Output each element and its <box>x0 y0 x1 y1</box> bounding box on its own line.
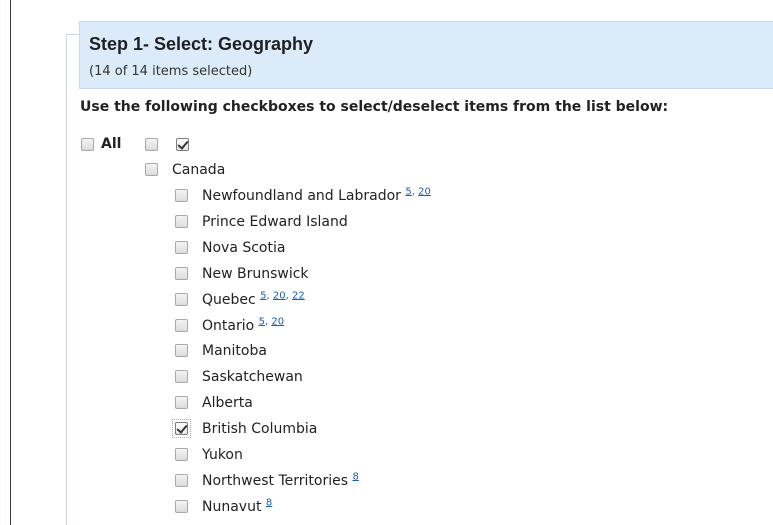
province-name: Nunavut <box>202 498 262 515</box>
canada-label: Canada <box>172 162 226 178</box>
province-name: Prince Edward Island <box>202 213 348 230</box>
province-label: Nova Scotia <box>202 239 285 257</box>
province-name: Saskatchewan <box>202 369 303 386</box>
province-name: Newfoundland and Labrador <box>202 188 401 204</box>
province-label: Saskatchewan <box>202 368 303 386</box>
footnote-link[interactable]: 22 <box>292 290 305 301</box>
province-name: Nova Scotia <box>202 239 286 256</box>
province-label: British Columbia <box>202 420 317 438</box>
province-label: Alberta <box>202 394 253 412</box>
province-name: Yukon <box>202 447 243 463</box>
step-header-panel: Step 1- Select: Geography (14 of 14 item… <box>79 21 773 89</box>
canada-checkbox[interactable] <box>145 163 158 176</box>
page-left-border <box>10 0 11 525</box>
province-name: Northwest Territories <box>202 472 349 489</box>
footnote-link[interactable]: 20 <box>418 186 431 197</box>
province-checkbox[interactable] <box>175 214 188 228</box>
province-name: New Brunswick <box>202 265 309 282</box>
province-label: Manitoba <box>202 342 267 360</box>
province-checkbox[interactable] <box>175 240 188 254</box>
level-2-checkbox[interactable] <box>176 138 189 151</box>
province-label: Yukon <box>202 446 243 464</box>
selection-count: (14 of 14 items selected) <box>89 64 253 79</box>
province-checkbox[interactable] <box>175 189 188 202</box>
province-name: Ontario <box>202 317 255 334</box>
province-label: Nunavut 8 <box>202 498 272 516</box>
instructions-text: Use the following checkboxes to select/d… <box>80 99 669 115</box>
footnote-link[interactable]: 8 <box>352 471 358 482</box>
province-checkbox[interactable] <box>175 396 188 410</box>
province-checkbox[interactable] <box>175 318 188 332</box>
province-name: British Columbia <box>202 421 318 438</box>
province-label: New Brunswick <box>202 265 309 283</box>
province-name: Manitoba <box>202 343 267 360</box>
province-checkbox[interactable] <box>175 422 188 436</box>
province-checkbox[interactable] <box>175 499 188 513</box>
province-name: Alberta <box>202 395 253 412</box>
province-name: Quebec <box>202 291 256 308</box>
province-checkbox[interactable] <box>175 448 188 461</box>
province-label: Prince Edward Island <box>202 213 348 231</box>
footnote-link[interactable]: 20 <box>273 290 286 301</box>
province-label: Quebec 5, 20, 22 <box>202 290 305 309</box>
province-checkbox[interactable] <box>175 344 188 358</box>
province-label: Ontario 5, 20 <box>202 316 284 335</box>
footnote-link[interactable]: 8 <box>266 497 272 508</box>
checkmark-icon <box>176 422 188 434</box>
footnote-link[interactable]: 20 <box>271 316 284 327</box>
province-checkbox[interactable] <box>175 473 188 487</box>
province-label: Newfoundland and Labrador 5, 20 <box>202 187 431 205</box>
step-title: Step 1- Select: Geography <box>89 34 314 54</box>
province-checkbox[interactable] <box>175 292 188 306</box>
province-checkbox[interactable] <box>175 266 188 280</box>
province-checkbox[interactable] <box>175 370 188 384</box>
level-1-checkbox[interactable] <box>145 138 158 151</box>
province-label: Northwest Territories 8 <box>202 472 359 490</box>
all-label: All <box>101 136 122 152</box>
all-checkbox[interactable] <box>81 138 94 151</box>
